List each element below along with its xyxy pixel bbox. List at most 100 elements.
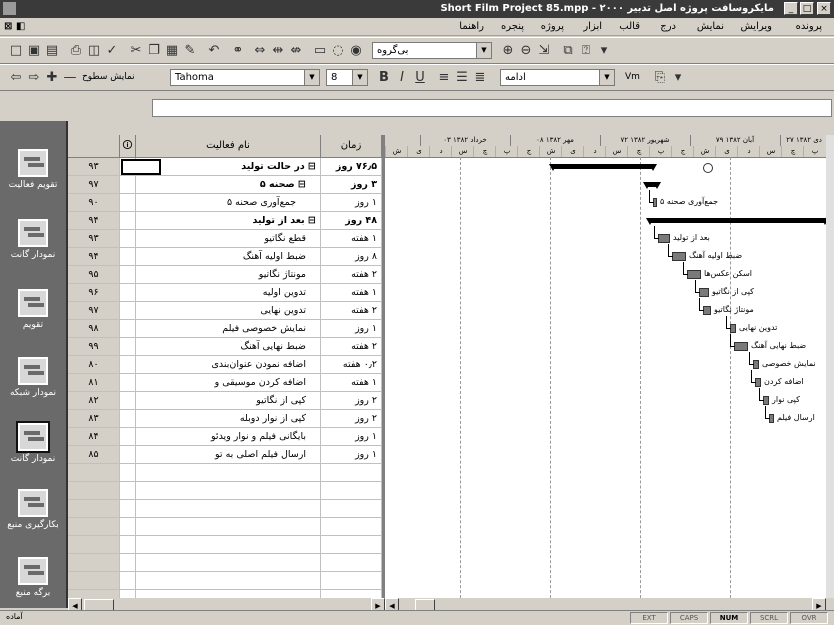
row-id[interactable]: ۹۹ [68,338,120,355]
open-icon[interactable]: ▣ [26,43,42,59]
chevron-down-icon[interactable]: ▼ [599,70,614,85]
empty-cell[interactable] [136,572,321,589]
empty-row[interactable] [68,572,382,590]
table-row[interactable]: ۸۲ کپی از نگاتیو ۲ روز [68,392,382,410]
print-icon[interactable]: ⎙ [68,43,84,59]
empty-cell[interactable] [120,572,136,589]
duration-cell[interactable]: ۸ روز [321,248,382,265]
task-name-cell[interactable]: ضبط نهایی آهنگ [136,338,321,355]
empty-cell[interactable] [321,482,382,499]
view-calendar[interactable]: تقویم [0,289,66,331]
view-gantt-tracking[interactable]: نمودار گانت [0,219,66,261]
task-bar[interactable] [658,234,670,243]
task-bar[interactable] [703,306,711,315]
indent-icon[interactable]: ⇨ [26,70,42,86]
underline-icon[interactable]: U [412,70,428,86]
header-id[interactable] [68,135,120,157]
task-bar[interactable] [699,288,709,297]
table-row[interactable]: ۸۴ بایگانی فیلم و نوار ویدئو ۱ روز [68,428,382,446]
save-icon[interactable]: ▤ [44,43,60,59]
table-row[interactable]: ۹۵ مونتاژ نگاتیو ۲ هفته [68,266,382,284]
empty-cell[interactable] [120,536,136,553]
gantt-wizard-icon[interactable]: ⎘ [652,70,668,86]
empty-row[interactable] [68,464,382,482]
duration-cell[interactable]: ۱ روز [321,446,382,463]
empty-cell[interactable] [321,554,382,571]
view-resource-usage[interactable]: بکارگیری منبع [0,489,66,531]
task-bar[interactable] [734,342,748,351]
row-id[interactable]: ۹۷ [68,176,120,193]
show-subtasks-icon[interactable]: ✚ [44,70,60,86]
table-row[interactable]: ۹۳ ⊟ در حالت تولید ۷۶٫۵ روز [68,158,382,176]
empty-cell[interactable] [321,572,382,589]
menu-tools[interactable]: ابزار [583,21,602,32]
table-row[interactable]: ۸۰ اضافه نمودن عنوان‌بندی ۰٫۲ هفته [68,356,382,374]
bold-icon[interactable]: B [376,70,392,86]
view-resource-sheet[interactable]: برگه منبع [0,557,66,599]
duration-cell[interactable]: ۷۶٫۵ روز [321,158,382,175]
row-id[interactable]: ۹۶ [68,284,120,301]
table-row[interactable]: ۹۴ ⊟ بعد از تولید ۴۸ روز [68,212,382,230]
summary-bar[interactable] [549,164,657,171]
empty-cell[interactable] [68,500,120,517]
font-size-combo[interactable]: 8 ▼ [326,69,368,86]
task-name-cell[interactable]: ⊟ در حالت تولید [136,158,321,175]
duration-cell[interactable]: ۲ هفته [321,302,382,319]
empty-cell[interactable] [68,482,120,499]
duration-cell[interactable]: ۰٫۲ هفته [321,356,382,373]
empty-cell[interactable] [68,554,120,571]
row-id[interactable]: ۹۰ [68,194,120,211]
task-bar[interactable] [672,252,686,261]
chevron-down-icon[interactable]: ▾ [670,70,686,86]
collapse-icon[interactable]: ⊟ [305,161,316,172]
task-bar[interactable] [687,270,701,279]
empty-cell[interactable] [68,464,120,481]
view-gantt-chart[interactable]: نمودار گانت [0,421,66,465]
task-name-cell[interactable]: نمایش خصوصی فیلم [136,320,321,337]
empty-row[interactable] [68,536,382,554]
unlink-tasks-icon[interactable]: ⇹ [270,43,286,59]
show-outline-button[interactable]: نمایش سطوح [82,72,135,82]
note-icon[interactable] [703,163,713,173]
duration-cell[interactable]: ۲ روز [321,392,382,409]
duration-cell[interactable]: ۱ هفته [321,284,382,301]
view-network-diagram[interactable]: نمودار شبکه [0,357,66,399]
menu-insert[interactable]: درج [660,21,676,32]
zoom-out-icon[interactable]: ⊖ [518,43,534,59]
row-id[interactable]: ۹۳ [68,230,120,247]
format-painter-icon[interactable]: ✎ [182,43,198,59]
table-row[interactable]: ۹۶ تدوین اولیه ۱ هفته [68,284,382,302]
table-row[interactable]: ۸۱ اضافه کردن موسیقی و ۱ هفته [68,374,382,392]
empty-cell[interactable] [120,518,136,535]
entry-field[interactable] [152,99,832,117]
empty-cell[interactable] [136,518,321,535]
empty-cell[interactable] [321,464,382,481]
copy-picture-icon[interactable]: ⧉ [560,43,576,59]
empty-row[interactable] [68,554,382,572]
empty-cell[interactable] [321,536,382,553]
table-row[interactable]: ۹۴ ضبط اولیه آهنگ ۸ روز [68,248,382,266]
task-name-cell[interactable]: کپی از نگاتیو [136,392,321,409]
row-id[interactable]: ۹۴ [68,212,120,229]
chevron-down-icon[interactable]: ▼ [476,43,491,58]
paste-icon[interactable]: ▦ [164,43,180,59]
empty-cell[interactable] [136,554,321,571]
task-name-cell[interactable]: ضبط اولیه آهنگ [136,248,321,265]
row-id[interactable]: ۹۸ [68,320,120,337]
table-row[interactable]: ۹۳ قطع نگاتیو ۱ هفته [68,230,382,248]
goto-task-icon[interactable]: ⇲ [536,43,552,59]
row-id[interactable]: ۹۷ [68,302,120,319]
table-row[interactable]: ۹۹ ضبط نهایی آهنگ ۲ هفته [68,338,382,356]
row-id[interactable]: ۹۳ [68,158,120,175]
duration-cell[interactable]: ۲ روز [321,410,382,427]
split-task-icon[interactable]: ⇎ [288,43,304,59]
duration-cell[interactable]: ۴۸ روز [321,212,382,229]
header-indicator[interactable]: 🛈 [120,135,136,157]
empty-cell[interactable] [68,518,120,535]
duration-cell[interactable]: ۲ هفته [321,338,382,355]
filter-combo[interactable]: ادامه ▼ [500,69,615,86]
empty-row[interactable] [68,500,382,518]
row-id[interactable]: ۹۵ [68,266,120,283]
menu-view[interactable]: نمایش [697,21,724,32]
row-id[interactable]: ۸۲ [68,392,120,409]
